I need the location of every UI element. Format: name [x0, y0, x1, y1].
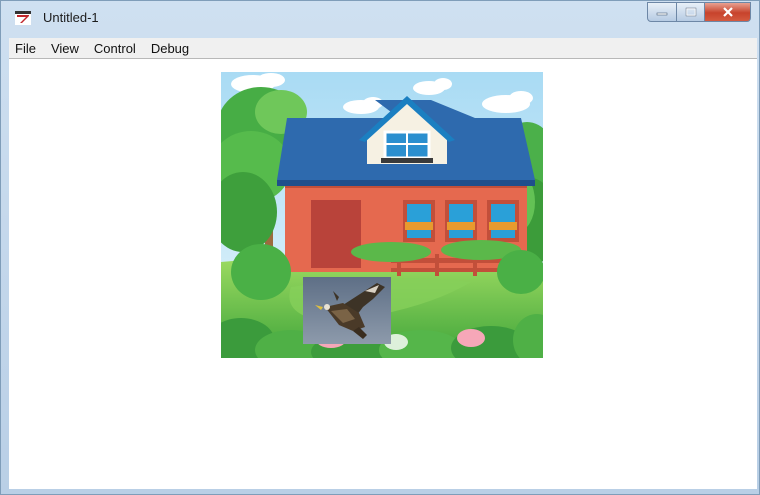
- flash-player-icon: [15, 11, 31, 25]
- title-bar[interactable]: Untitled-1: [1, 1, 759, 35]
- menu-bar: File View Control Debug: [9, 38, 757, 59]
- minimize-button[interactable]: [647, 2, 677, 22]
- close-icon: [722, 7, 733, 17]
- app-window: Untitled-1 File View Control Debug: [0, 0, 760, 495]
- minimize-icon: [656, 12, 668, 16]
- maximize-button[interactable]: [677, 2, 705, 22]
- eagle-sprite[interactable]: [303, 277, 391, 344]
- menu-control[interactable]: Control: [88, 41, 143, 56]
- caption-buttons: [647, 2, 751, 24]
- menu-file[interactable]: File: [9, 41, 43, 56]
- menu-view[interactable]: View: [45, 41, 86, 56]
- maximize-icon: [685, 7, 696, 17]
- close-button[interactable]: [705, 2, 751, 22]
- menu-debug[interactable]: Debug: [145, 41, 196, 56]
- window-title: Untitled-1: [43, 10, 99, 25]
